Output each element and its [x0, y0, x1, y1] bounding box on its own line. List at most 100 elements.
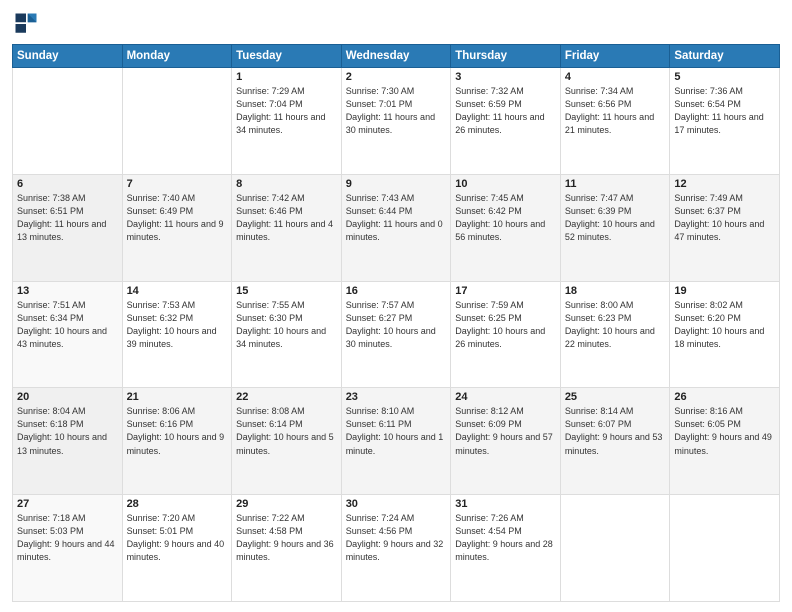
- day-info: Sunrise: 7:49 AMSunset: 6:37 PMDaylight:…: [674, 193, 764, 242]
- day-number: 12: [674, 178, 775, 190]
- day-number: 26: [674, 391, 775, 403]
- day-number: 29: [236, 498, 337, 510]
- calendar-table: SundayMondayTuesdayWednesdayThursdayFrid…: [12, 44, 780, 602]
- day-info: Sunrise: 8:10 AMSunset: 6:11 PMDaylight:…: [346, 406, 444, 455]
- calendar-header-row: SundayMondayTuesdayWednesdayThursdayFrid…: [13, 45, 780, 68]
- calendar-weekday-friday: Friday: [560, 45, 670, 68]
- day-info: Sunrise: 8:08 AMSunset: 6:14 PMDaylight:…: [236, 406, 334, 455]
- calendar-cell: 12 Sunrise: 7:49 AMSunset: 6:37 PMDayligh…: [670, 174, 780, 281]
- calendar-week-row: 13 Sunrise: 7:51 AMSunset: 6:34 PMDayligh…: [13, 281, 780, 388]
- calendar-cell: 29 Sunrise: 7:22 AMSunset: 4:58 PMDayligh…: [232, 495, 342, 602]
- day-info: Sunrise: 7:18 AMSunset: 5:03 PMDaylight:…: [17, 513, 115, 562]
- day-info: Sunrise: 8:12 AMSunset: 6:09 PMDaylight:…: [455, 406, 553, 455]
- day-info: Sunrise: 7:43 AMSunset: 6:44 PMDaylight:…: [346, 193, 443, 242]
- calendar-weekday-tuesday: Tuesday: [232, 45, 342, 68]
- day-info: Sunrise: 7:26 AMSunset: 4:54 PMDaylight:…: [455, 513, 553, 562]
- calendar-cell: 18 Sunrise: 8:00 AMSunset: 6:23 PMDayligh…: [560, 281, 670, 388]
- day-info: Sunrise: 8:02 AMSunset: 6:20 PMDaylight:…: [674, 300, 764, 349]
- calendar-cell: 3 Sunrise: 7:32 AMSunset: 6:59 PMDaylight…: [451, 68, 561, 175]
- day-info: Sunrise: 7:42 AMSunset: 6:46 PMDaylight:…: [236, 193, 333, 242]
- day-number: 15: [236, 285, 337, 297]
- day-number: 17: [455, 285, 556, 297]
- calendar-cell: 13 Sunrise: 7:51 AMSunset: 6:34 PMDayligh…: [13, 281, 123, 388]
- calendar-cell: 22 Sunrise: 8:08 AMSunset: 6:14 PMDayligh…: [232, 388, 342, 495]
- calendar-cell: 20 Sunrise: 8:04 AMSunset: 6:18 PMDayligh…: [13, 388, 123, 495]
- day-number: 4: [565, 71, 666, 83]
- calendar-cell: 21 Sunrise: 8:06 AMSunset: 6:16 PMDayligh…: [122, 388, 232, 495]
- day-number: 2: [346, 71, 447, 83]
- day-info: Sunrise: 8:14 AMSunset: 6:07 PMDaylight:…: [565, 406, 663, 455]
- day-info: Sunrise: 7:24 AMSunset: 4:56 PMDaylight:…: [346, 513, 444, 562]
- header: [12, 10, 780, 38]
- calendar-cell: 30 Sunrise: 7:24 AMSunset: 4:56 PMDayligh…: [341, 495, 451, 602]
- calendar-cell: 14Sunrise: 7:53 AMSunset: 6:32 PMDayligh…: [122, 281, 232, 388]
- day-number: 18: [565, 285, 666, 297]
- day-number: 8: [236, 178, 337, 190]
- day-info: Sunrise: 7:57 AMSunset: 6:27 PMDaylight:…: [346, 300, 436, 349]
- calendar-cell: 17 Sunrise: 7:59 AMSunset: 6:25 PMDayligh…: [451, 281, 561, 388]
- calendar-cell: 10 Sunrise: 7:45 AMSunset: 6:42 PMDayligh…: [451, 174, 561, 281]
- day-number: 9: [346, 178, 447, 190]
- calendar-cell: [670, 495, 780, 602]
- logo-icon: [12, 10, 40, 38]
- calendar-week-row: 1 Sunrise: 7:29 AMSunset: 7:04 PMDaylight…: [13, 68, 780, 175]
- calendar-cell: 6Sunrise: 7:38 AMSunset: 6:51 PMDaylight…: [13, 174, 123, 281]
- calendar-cell: 23 Sunrise: 8:10 AMSunset: 6:11 PMDayligh…: [341, 388, 451, 495]
- calendar-weekday-thursday: Thursday: [451, 45, 561, 68]
- day-info: Sunrise: 7:53 AMSunset: 6:32 PMDaylight:…: [127, 300, 217, 349]
- day-number: 11: [565, 178, 666, 190]
- day-number: 31: [455, 498, 556, 510]
- day-number: 20: [17, 391, 118, 403]
- day-number: 23: [346, 391, 447, 403]
- calendar-cell: 25Sunrise: 8:14 AMSunset: 6:07 PMDayligh…: [560, 388, 670, 495]
- calendar-cell: 9 Sunrise: 7:43 AMSunset: 6:44 PMDaylight…: [341, 174, 451, 281]
- calendar-weekday-sunday: Sunday: [13, 45, 123, 68]
- day-number: 30: [346, 498, 447, 510]
- calendar-weekday-monday: Monday: [122, 45, 232, 68]
- calendar-cell: 27 Sunrise: 7:18 AMSunset: 5:03 PMDayligh…: [13, 495, 123, 602]
- day-number: 3: [455, 71, 556, 83]
- day-info: Sunrise: 7:45 AMSunset: 6:42 PMDaylight:…: [455, 193, 545, 242]
- calendar-cell: 7Sunrise: 7:40 AMSunset: 6:49 PMDaylight…: [122, 174, 232, 281]
- day-info: Sunrise: 7:59 AMSunset: 6:25 PMDaylight:…: [455, 300, 545, 349]
- page: SundayMondayTuesdayWednesdayThursdayFrid…: [0, 0, 792, 612]
- day-info: Sunrise: 8:06 AMSunset: 6:16 PMDaylight:…: [127, 406, 225, 455]
- calendar-cell: 28Sunrise: 7:20 AMSunset: 5:01 PMDayligh…: [122, 495, 232, 602]
- calendar-cell: 31 Sunrise: 7:26 AMSunset: 4:54 PMDayligh…: [451, 495, 561, 602]
- day-info: Sunrise: 7:51 AMSunset: 6:34 PMDaylight:…: [17, 300, 107, 349]
- calendar-cell: 19Sunrise: 8:02 AMSunset: 6:20 PMDayligh…: [670, 281, 780, 388]
- calendar-cell: 2 Sunrise: 7:30 AMSunset: 7:01 PMDaylight…: [341, 68, 451, 175]
- calendar-cell: 1 Sunrise: 7:29 AMSunset: 7:04 PMDaylight…: [232, 68, 342, 175]
- calendar-week-row: 20 Sunrise: 8:04 AMSunset: 6:18 PMDayligh…: [13, 388, 780, 495]
- day-info: Sunrise: 8:04 AMSunset: 6:18 PMDaylight:…: [17, 406, 107, 455]
- day-number: 24: [455, 391, 556, 403]
- day-info: Sunrise: 7:20 AMSunset: 5:01 PMDaylight:…: [127, 513, 225, 562]
- day-number: 5: [674, 71, 775, 83]
- calendar-weekday-wednesday: Wednesday: [341, 45, 451, 68]
- day-number: 7: [127, 178, 228, 190]
- calendar-cell: 5 Sunrise: 7:36 AMSunset: 6:54 PMDaylight…: [670, 68, 780, 175]
- calendar-cell: [122, 68, 232, 175]
- calendar-cell: 4 Sunrise: 7:34 AMSunset: 6:56 PMDaylight…: [560, 68, 670, 175]
- day-info: Sunrise: 7:34 AMSunset: 6:56 PMDaylight:…: [565, 86, 654, 135]
- day-number: 22: [236, 391, 337, 403]
- day-info: Sunrise: 7:30 AMSunset: 7:01 PMDaylight:…: [346, 86, 435, 135]
- day-info: Sunrise: 8:00 AMSunset: 6:23 PMDaylight:…: [565, 300, 655, 349]
- day-number: 21: [127, 391, 228, 403]
- calendar-cell: 11 Sunrise: 7:47 AMSunset: 6:39 PMDayligh…: [560, 174, 670, 281]
- calendar-cell: [560, 495, 670, 602]
- day-number: 1: [236, 71, 337, 83]
- day-info: Sunrise: 7:32 AMSunset: 6:59 PMDaylight:…: [455, 86, 544, 135]
- day-info: Sunrise: 7:36 AMSunset: 6:54 PMDaylight:…: [674, 86, 763, 135]
- day-info: Sunrise: 7:29 AMSunset: 7:04 PMDaylight:…: [236, 86, 325, 135]
- day-number: 10: [455, 178, 556, 190]
- calendar-cell: [13, 68, 123, 175]
- calendar-week-row: 6Sunrise: 7:38 AMSunset: 6:51 PMDaylight…: [13, 174, 780, 281]
- day-info: Sunrise: 7:22 AMSunset: 4:58 PMDaylight:…: [236, 513, 334, 562]
- day-number: 27: [17, 498, 118, 510]
- day-number: 16: [346, 285, 447, 297]
- calendar-cell: 26Sunrise: 8:16 AMSunset: 6:05 PMDayligh…: [670, 388, 780, 495]
- day-number: 13: [17, 285, 118, 297]
- day-info: Sunrise: 7:47 AMSunset: 6:39 PMDaylight:…: [565, 193, 655, 242]
- day-info: Sunrise: 7:55 AMSunset: 6:30 PMDaylight:…: [236, 300, 326, 349]
